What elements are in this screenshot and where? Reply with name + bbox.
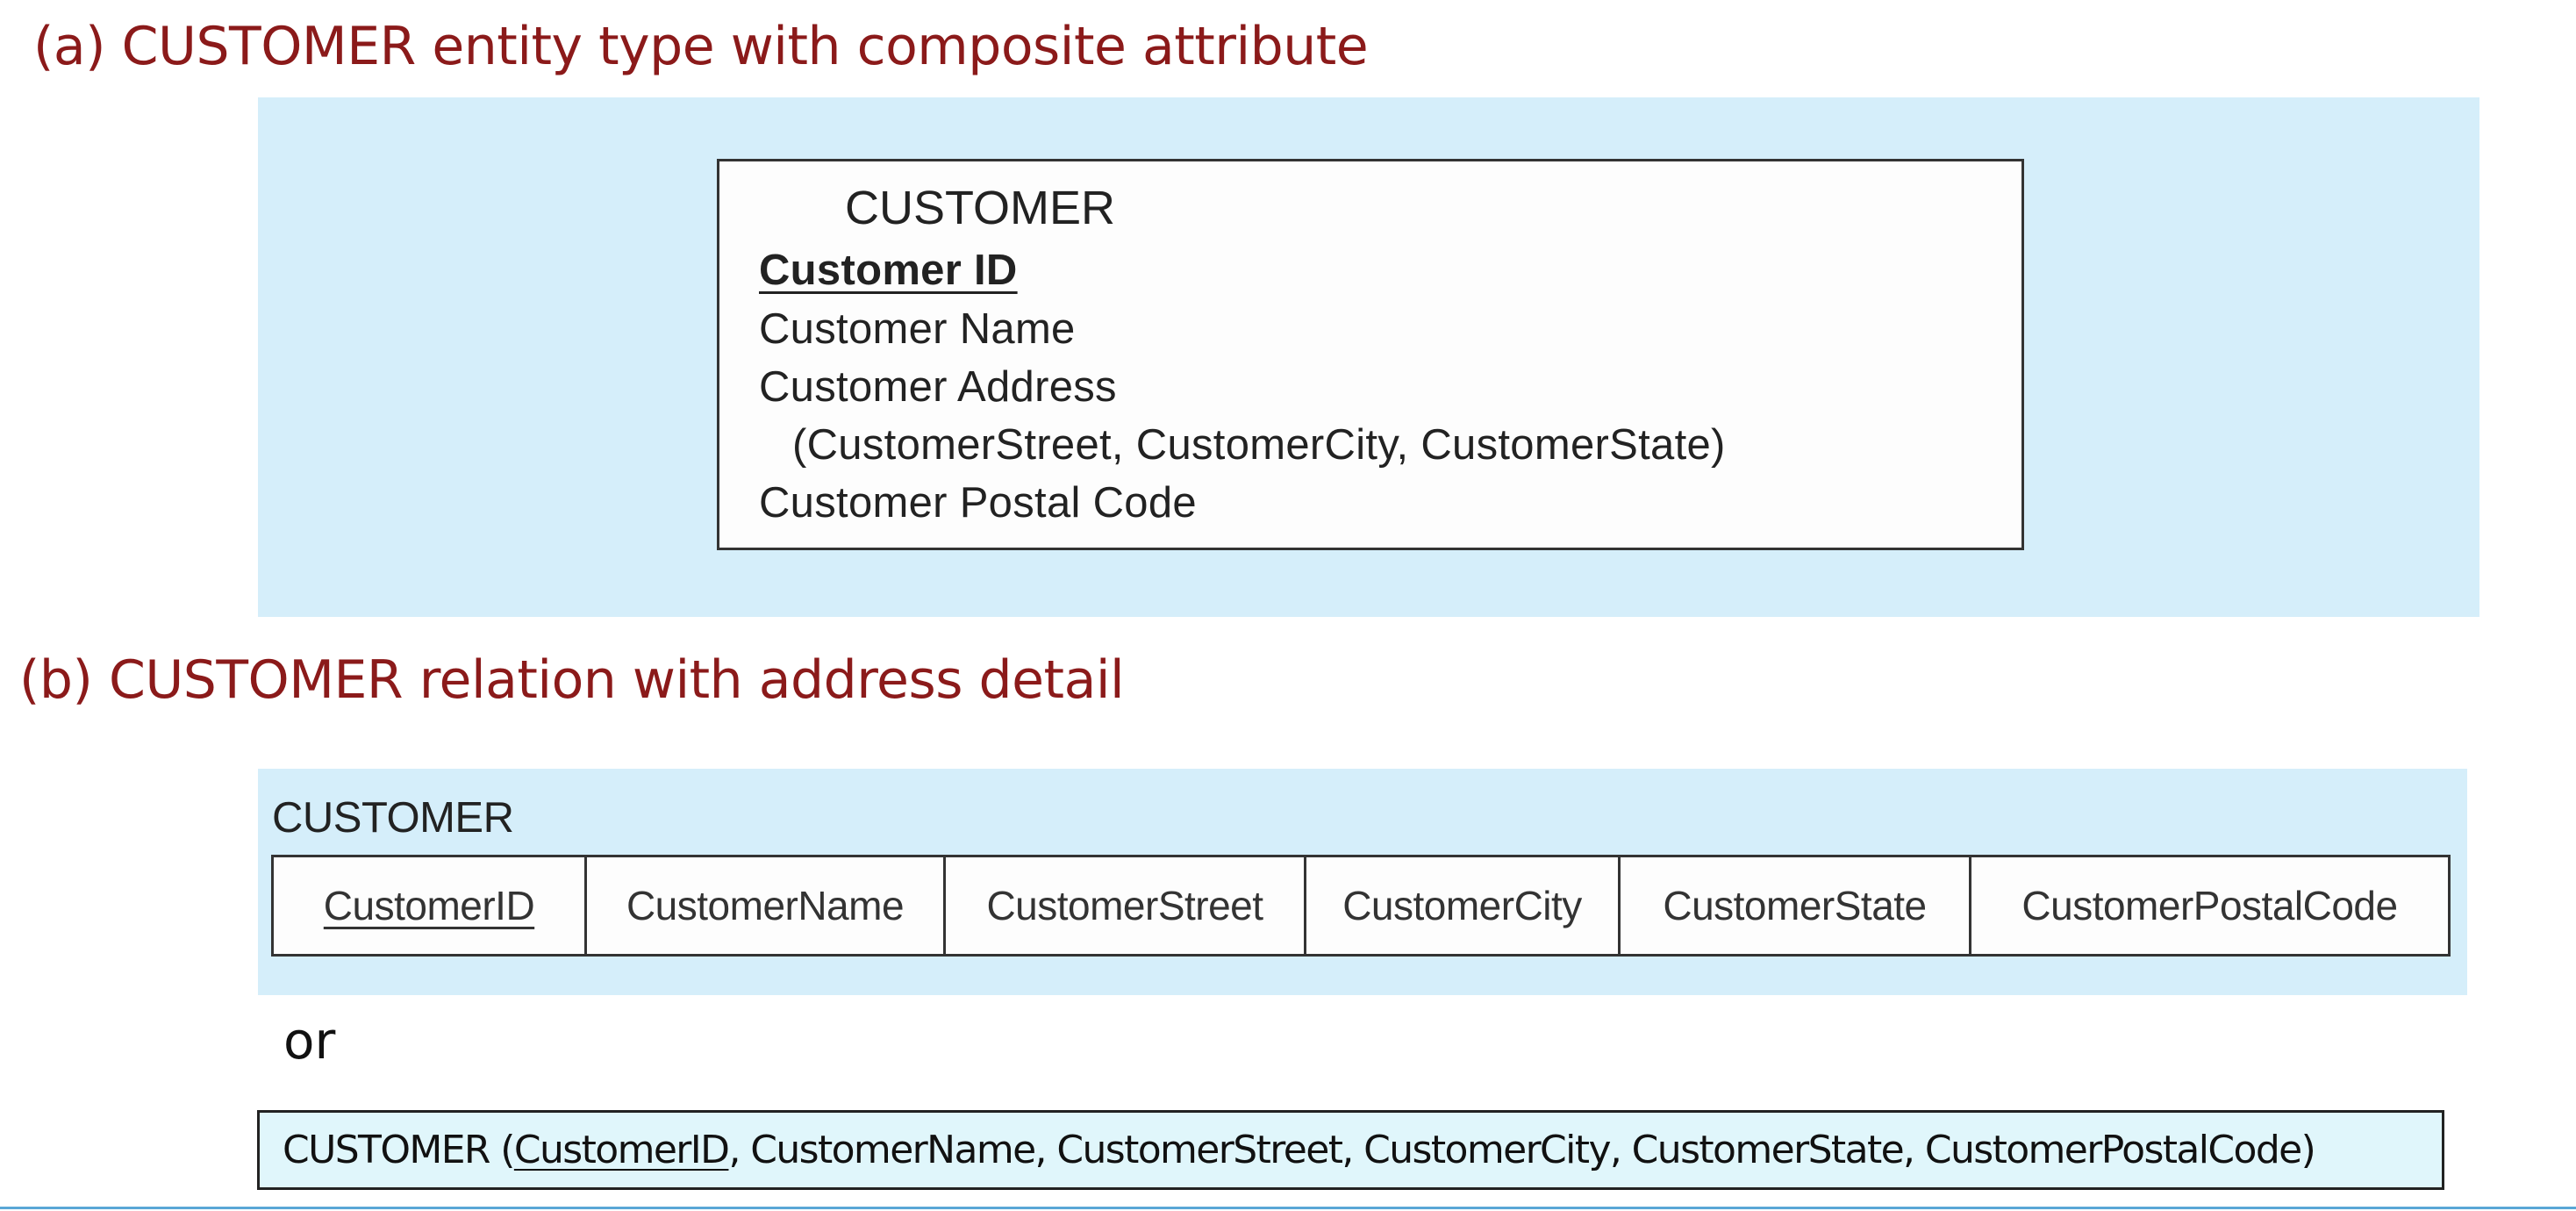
entity-attribute-name: Customer Name xyxy=(759,305,1076,353)
relation-column-customer-postal-code: CustomerPostalCode xyxy=(1969,857,2448,954)
relation-column-label: CustomerID xyxy=(323,883,535,928)
relation-table: CustomerID CustomerName CustomerStreet C… xyxy=(271,855,2451,957)
relation-column-label: CustomerState xyxy=(1663,883,1927,928)
schema-prefix: CUSTOMER ( xyxy=(283,1128,515,1172)
schema-rest: , CustomerName, CustomerStreet, Customer… xyxy=(728,1128,2315,1172)
entity-attribute-address-components: (CustomerStreet, CustomerCity, CustomerS… xyxy=(792,421,1726,469)
entity-title: CUSTOMER xyxy=(845,182,1116,234)
entity-attribute-address: Customer Address xyxy=(759,363,1117,411)
schema-primary-key: CustomerID xyxy=(513,1128,730,1172)
heading-entity-type: (a) CUSTOMER entity type with composite … xyxy=(33,16,1369,77)
relation-column-customer-state: CustomerState xyxy=(1618,857,1969,954)
relation-column-label: CustomerCity xyxy=(1342,883,1582,928)
entity-box: CUSTOMER Customer ID Customer Name Custo… xyxy=(717,159,2024,550)
relation-title: CUSTOMER xyxy=(272,794,514,842)
relation-column-label: CustomerName xyxy=(626,883,905,928)
relation-column-customer-id: CustomerID xyxy=(274,857,584,954)
entity-identifier-attribute: Customer ID xyxy=(759,247,1018,294)
relation-column-customer-city: CustomerCity xyxy=(1304,857,1618,954)
relation-column-customer-street: CustomerStreet xyxy=(943,857,1304,954)
relation-column-label: CustomerPostalCode xyxy=(2021,883,2398,928)
heading-relation: (b) CUSTOMER relation with address detai… xyxy=(19,649,1125,711)
entity-attribute-postal-code: Customer Postal Code xyxy=(759,479,1197,527)
bottom-divider xyxy=(0,1207,2576,1209)
or-label: or xyxy=(283,1011,336,1071)
relation-column-label: CustomerStreet xyxy=(986,883,1263,928)
relation-schema-notation: CUSTOMER (CustomerID, CustomerName, Cust… xyxy=(257,1110,2444,1190)
relation-column-customer-name: CustomerName xyxy=(584,857,943,954)
